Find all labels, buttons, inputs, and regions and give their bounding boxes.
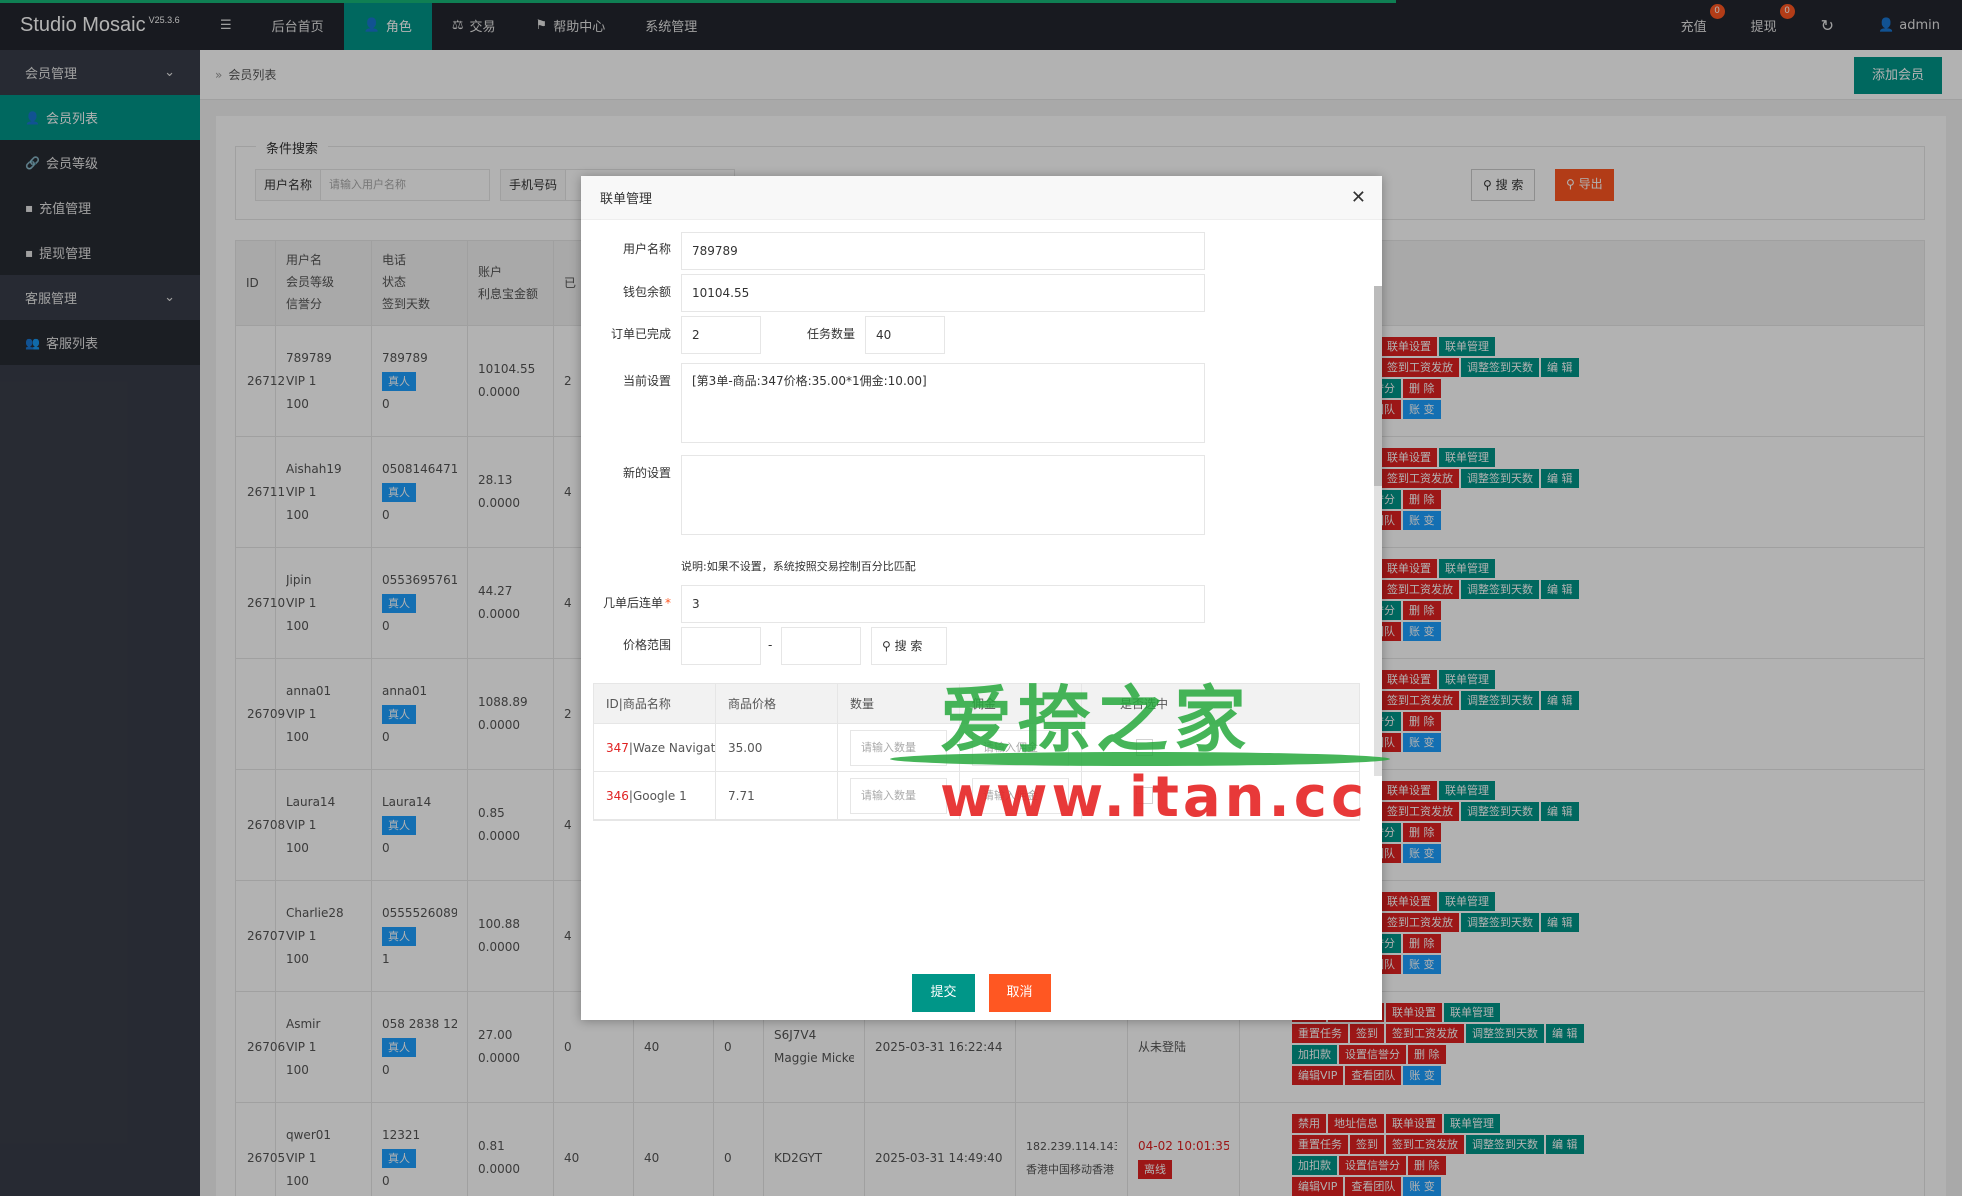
after-label: 几单后连单 [602, 596, 663, 610]
product-search-button[interactable]: ⚲ 搜 索 [871, 627, 947, 665]
task-field[interactable]: 40 [865, 316, 945, 354]
commission-input[interactable]: 请输入佣金 [972, 729, 1069, 766]
select-checkbox[interactable] [1135, 739, 1153, 756]
username-label: 用户名称 [622, 242, 671, 256]
product-price: 7.71 [716, 772, 838, 819]
current-setting-textarea[interactable]: [第3单-商品:347价格:35.00*1佣金:10.00] [681, 363, 1205, 443]
product-price: 35.00 [716, 724, 838, 771]
select-cell [1082, 772, 1206, 819]
task-label: 任务数量 [806, 327, 855, 341]
modal-footer: 提交 取消 [581, 965, 1382, 1020]
modal-scrollbar[interactable] [1374, 286, 1382, 776]
commission-cell: 请输入佣金 [960, 724, 1082, 771]
search-icon: ⚲ [882, 639, 895, 653]
done-label: 订单已完成 [610, 327, 671, 341]
price-range-label: 价格范围 [622, 638, 671, 652]
th-product: ID|商品名称 [594, 684, 716, 723]
qty-input[interactable]: 请输入数量 [850, 777, 947, 814]
modal-body: 用户名称 789789 钱包余额 10104.55 订单已完成 2 任务数量 4… [581, 220, 1382, 965]
new-setting-textarea[interactable] [681, 455, 1205, 535]
product-name: |Waze Navigation [628, 740, 716, 755]
product-search-label: 搜 索 [894, 639, 923, 653]
product-id: 347 [606, 740, 629, 755]
commission-input[interactable]: 请输入佣金 [972, 777, 1069, 814]
new-setting-label: 新的设置 [622, 466, 671, 480]
select-cell [1082, 724, 1206, 771]
commission-cell: 请输入佣金 [960, 772, 1082, 819]
qty-cell: 请输入数量 [838, 724, 960, 771]
product-cell: 347|Waze Navigation [594, 724, 716, 771]
setting-note: 说明:如果不设置，系统按照交易控制百分比匹配 [681, 560, 916, 573]
product-name: |Google 1 [628, 788, 687, 803]
after-field[interactable]: 3 [681, 585, 1205, 623]
product-row: 347|Waze Navigation 35.00 请输入数量 请输入佣金 [594, 724, 1359, 772]
chain-order-modal: 联单管理 ✕ 用户名称 789789 钱包余额 10104.55 订单已完成 2… [581, 176, 1382, 1020]
after-label-wrap: 几单后连单 * [581, 594, 671, 611]
th-price: 商品价格 [716, 684, 838, 723]
product-id: 346 [606, 788, 629, 803]
product-table: ID|商品名称 商品价格 数量 佣金 是否选中 347 |Waze Navigat… [593, 683, 1360, 821]
modal-header: 联单管理 [581, 176, 1382, 220]
product-cell: 346 |Google 1 [594, 772, 716, 819]
modal-title: 联单管理 [600, 192, 653, 207]
balance-field[interactable]: 10104.55 [681, 274, 1205, 312]
price-min-input[interactable] [681, 627, 761, 665]
current-setting-label: 当前设置 [622, 374, 671, 388]
price-dash: - [768, 638, 773, 652]
product-table-header: ID|商品名称 商品价格 数量 佣金 是否选中 [594, 684, 1359, 724]
select-checkbox[interactable] [1135, 787, 1153, 804]
price-max-input[interactable] [781, 627, 861, 665]
required-mark: * [665, 596, 671, 610]
cancel-button[interactable]: 取消 [988, 973, 1051, 1012]
username-field[interactable]: 789789 [681, 232, 1205, 270]
th-commission: 佣金 [960, 684, 1082, 723]
submit-button[interactable]: 提交 [912, 973, 975, 1012]
product-row: 346 |Google 1 7.71 请输入数量 请输入佣金 [594, 772, 1359, 820]
balance-label: 钱包余额 [622, 285, 671, 299]
th-selected: 是否选中 [1119, 697, 1168, 711]
scrollbar-thumb[interactable] [1374, 286, 1382, 486]
th-qty: 数量 [838, 684, 960, 723]
qty-input[interactable]: 请输入数量 [850, 729, 947, 766]
close-icon[interactable]: ✕ [1351, 187, 1366, 208]
qty-cell: 请输入数量 [838, 772, 960, 819]
